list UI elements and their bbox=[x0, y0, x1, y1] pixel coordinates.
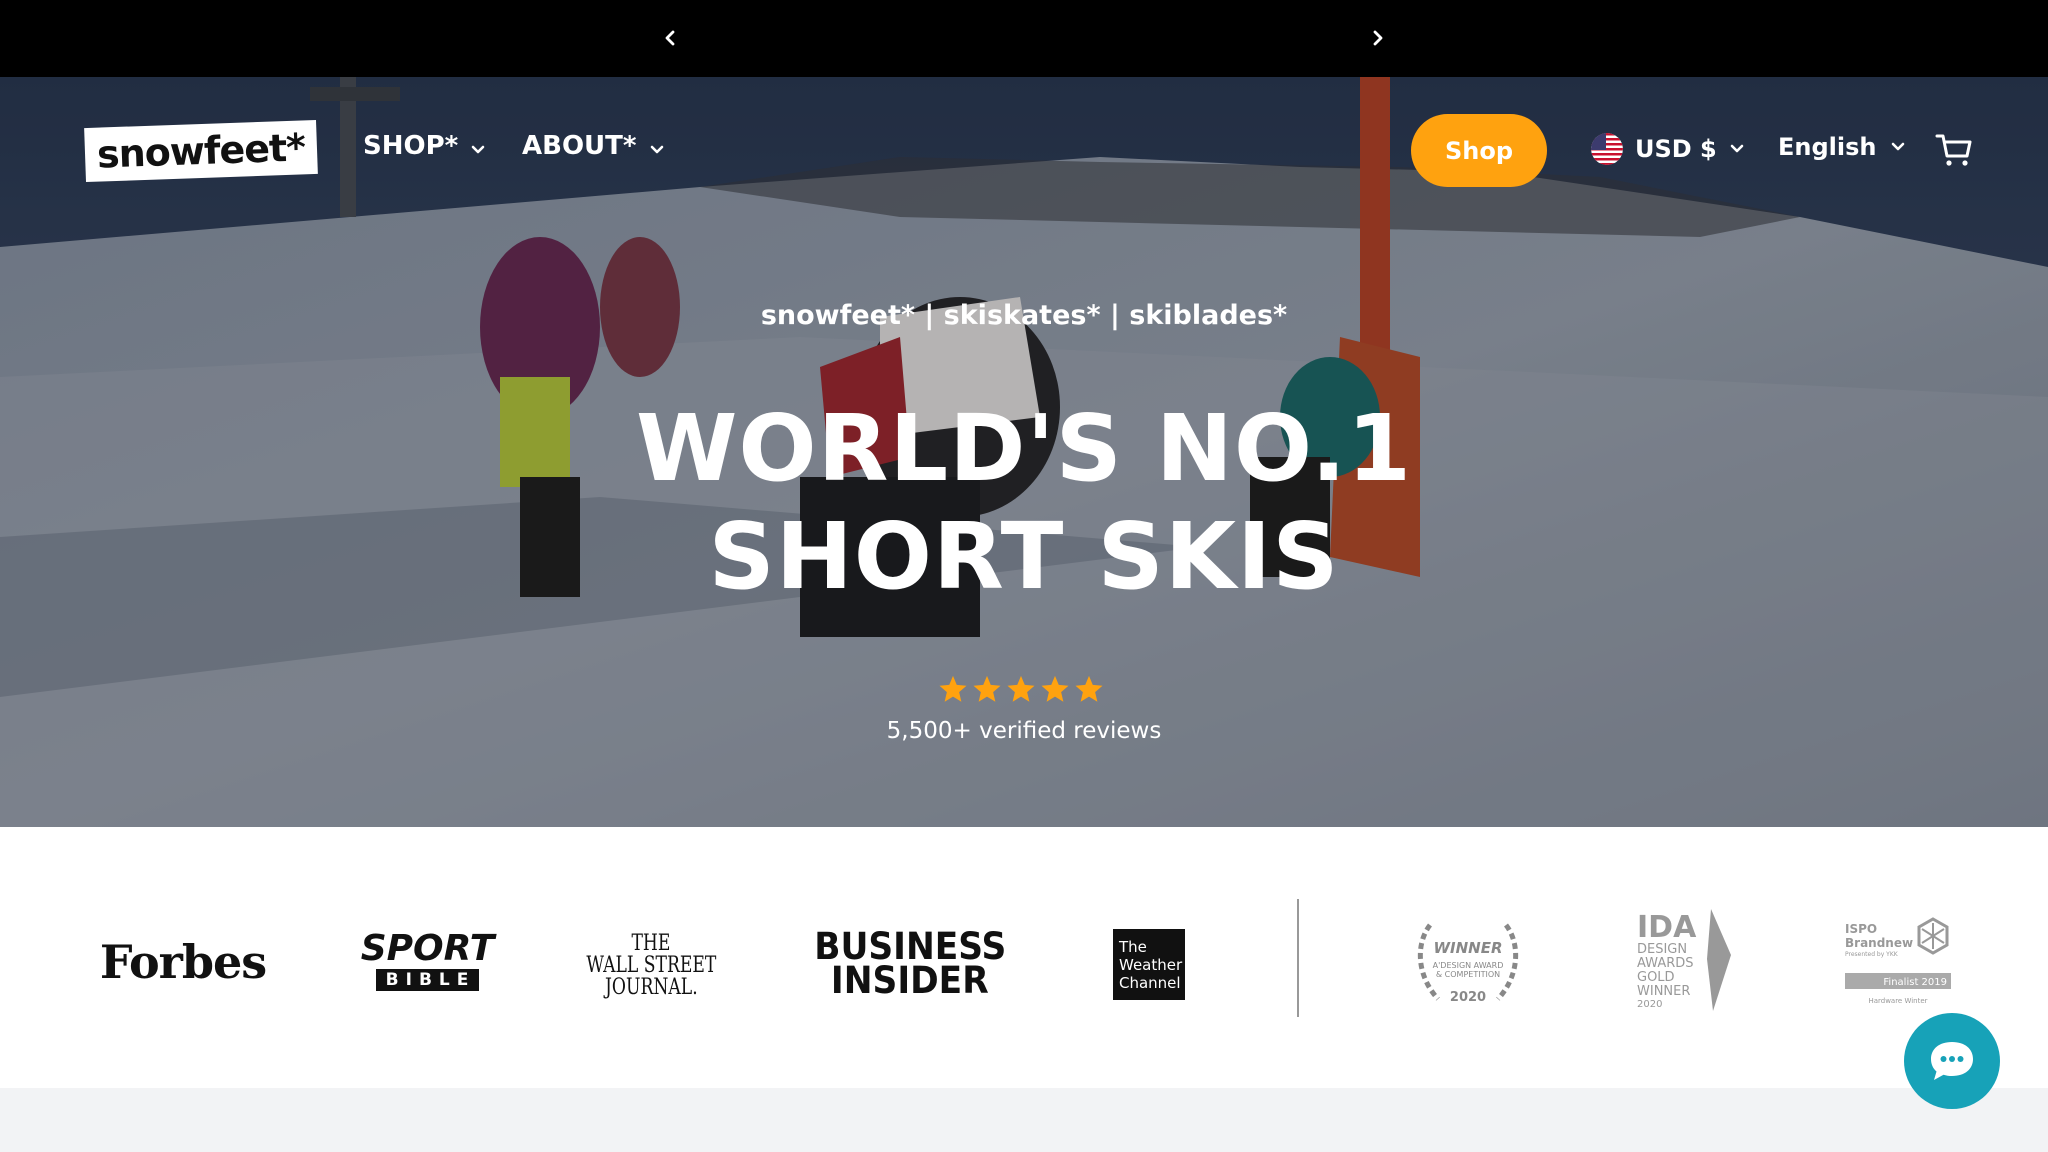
weather-logo-line1: The bbox=[1119, 937, 1147, 956]
award3-line3: Presented by YKK bbox=[1845, 951, 1899, 958]
star-icon bbox=[1007, 675, 1035, 702]
hero-title-line1: WORLD'S NO.1 bbox=[635, 395, 1413, 502]
logo[interactable]: snowfeet* bbox=[84, 119, 318, 183]
wsj-logo: THE WALL STREET JOURNAL. bbox=[586, 931, 716, 1001]
hero-title-line2: SHORT SKIS bbox=[708, 503, 1340, 610]
nav-about-menu-label: ABOUT* bbox=[522, 131, 637, 161]
chevron-down-icon bbox=[1892, 142, 1905, 151]
announcement-next-button[interactable] bbox=[1362, 22, 1394, 54]
award2-line6: 2020 bbox=[1637, 999, 1662, 1010]
award1-line3: & COMPETITION bbox=[1436, 970, 1500, 979]
sportbible-logo: SPORT BIBLE bbox=[361, 927, 494, 995]
award1-line2: A'DESIGN AWARD bbox=[1433, 961, 1504, 970]
star-icon bbox=[1075, 675, 1103, 702]
hero-title: WORLD'S NO.1 SHORT SKIS bbox=[0, 395, 2048, 611]
bottom-section bbox=[0, 1088, 2048, 1152]
adesign-award-badge: WINNER A'DESIGN AWARD & COMPETITION 2020 bbox=[1417, 923, 1519, 1005]
language-selector[interactable]: English bbox=[1778, 133, 1906, 161]
ida-award-badge: IDA DESIGN AWARDS GOLD WINNER 2020 bbox=[1637, 909, 1731, 1011]
announcement-prev-button[interactable] bbox=[654, 22, 686, 54]
award2-line5: WINNER bbox=[1637, 984, 1690, 999]
cart-icon[interactable] bbox=[1934, 130, 1974, 170]
press-divider bbox=[1297, 899, 1299, 1017]
award3-line4: Finalist 2019 bbox=[1883, 977, 1947, 988]
chevron-down-icon bbox=[650, 145, 663, 154]
press-logos-bar: Forbes SPORT BIBLE THE WALL STREET JOURN… bbox=[0, 827, 2048, 1088]
wsj-logo-line3: JOURNAL. bbox=[604, 975, 698, 1000]
forbes-logo-text: Forbes bbox=[99, 935, 267, 989]
announcement-bar bbox=[0, 0, 2048, 77]
award2-line4: GOLD bbox=[1637, 970, 1675, 985]
ispo-award-badge: ISPO Brandnew Presented by YKK Finalist … bbox=[1845, 917, 1951, 1005]
award2-line2: DESIGN bbox=[1637, 942, 1687, 957]
wsj-logo-line2: WALL STREET bbox=[585, 953, 717, 978]
award3-line1: ISPO bbox=[1845, 922, 1877, 936]
nav-about-menu[interactable]: ABOUT* bbox=[522, 131, 665, 161]
chevron-right-icon bbox=[1373, 30, 1383, 46]
chat-icon bbox=[1931, 1042, 1973, 1080]
sportbible-logo-top: SPORT bbox=[360, 928, 495, 969]
wsj-logo-line1: THE bbox=[631, 931, 671, 956]
award3-line2: Brandnew bbox=[1845, 936, 1913, 950]
award3-line5: Hardware Winter bbox=[1868, 997, 1927, 1005]
nav-shop-menu[interactable]: SHOP* bbox=[363, 131, 486, 161]
star-icon bbox=[973, 675, 1001, 702]
weather-logo-line3: Channel bbox=[1119, 973, 1181, 992]
award1-line1: WINNER bbox=[1433, 939, 1502, 957]
language-label: English bbox=[1778, 133, 1877, 161]
forbes-logo: Forbes bbox=[100, 932, 267, 992]
weather-channel-logo: The Weather Channel bbox=[1113, 929, 1185, 1000]
bi-logo-line2: INSIDER bbox=[831, 959, 989, 1002]
business-insider-logo: BUSINESS INSIDER bbox=[814, 928, 1006, 1002]
us-flag-icon bbox=[1591, 133, 1623, 165]
rating-stars bbox=[938, 674, 1110, 706]
currency-label: USD $ bbox=[1635, 135, 1717, 163]
logo-text: snowfeet* bbox=[96, 125, 306, 177]
reviews-count[interactable]: 5,500+ verified reviews bbox=[0, 718, 2048, 744]
shop-button[interactable]: Shop bbox=[1411, 114, 1547, 187]
sportbible-logo-bottom: BIBLE bbox=[375, 969, 480, 991]
award1-line4: 2020 bbox=[1450, 990, 1486, 1005]
award2-line3: AWARDS bbox=[1637, 956, 1694, 971]
chevron-down-icon bbox=[471, 145, 485, 154]
weather-logo-line2: Weather bbox=[1119, 955, 1183, 974]
currency-selector[interactable]: USD $ bbox=[1591, 133, 1745, 165]
star-icon bbox=[1041, 675, 1069, 702]
award2-line1: IDA bbox=[1637, 910, 1697, 945]
nav-shop-menu-label: SHOP* bbox=[363, 131, 459, 161]
chevron-left-icon bbox=[665, 30, 675, 46]
star-icon bbox=[939, 675, 967, 702]
chat-button[interactable] bbox=[1904, 1013, 2000, 1109]
chevron-down-icon bbox=[1730, 144, 1744, 153]
hero-subtitle: snowfeet* | skiskates* | skiblades* bbox=[760, 300, 1288, 331]
